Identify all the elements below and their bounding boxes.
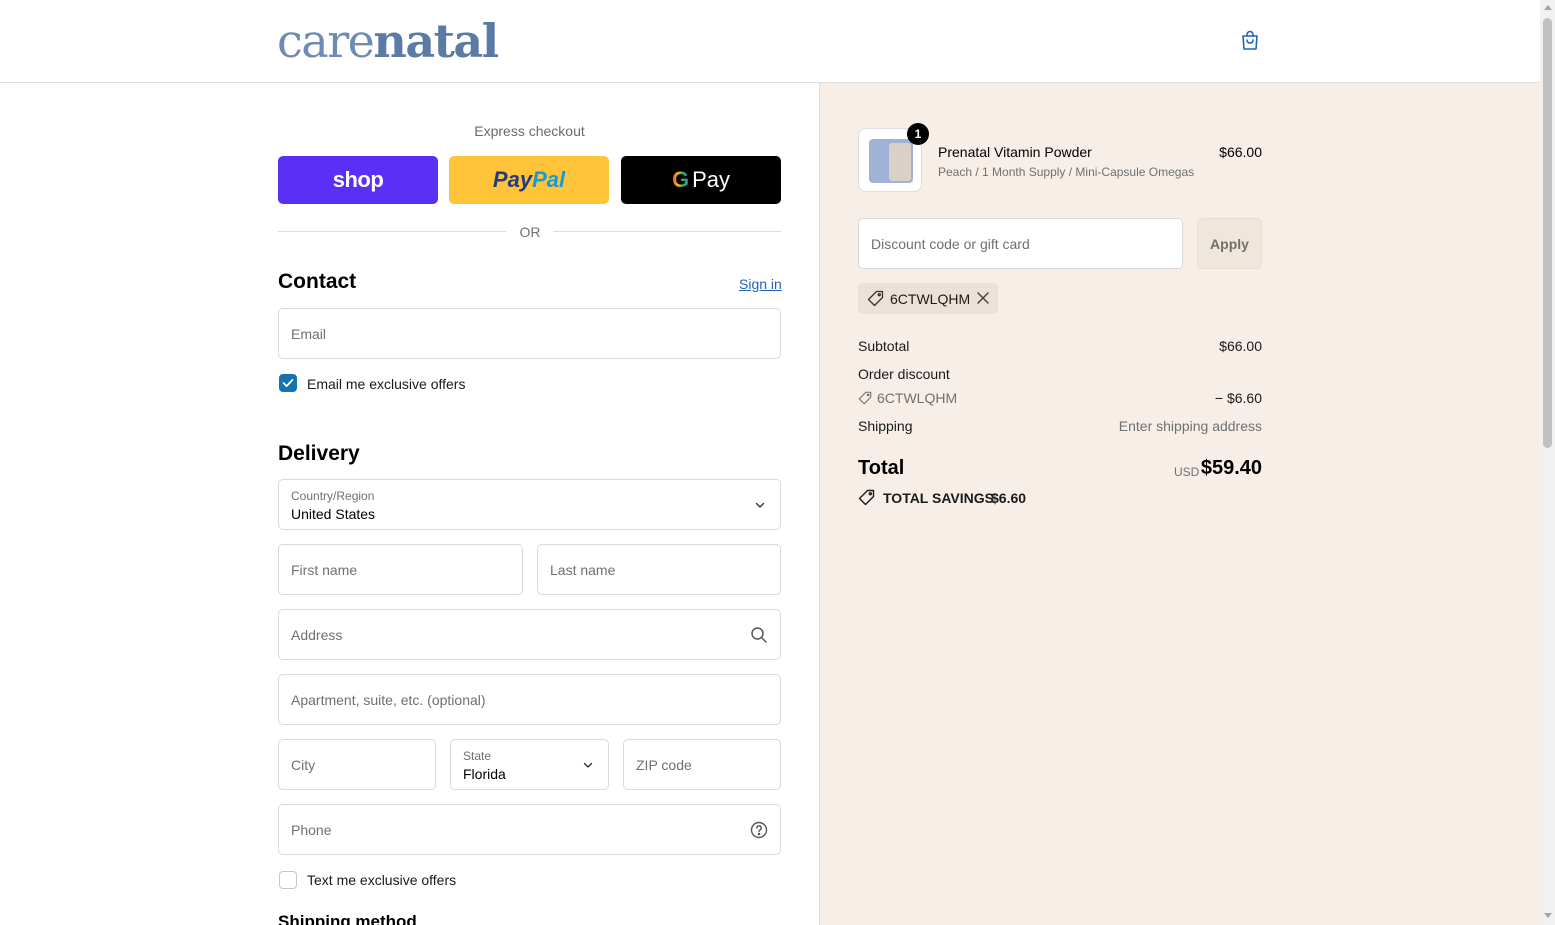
contact-title: Contact [278, 270, 357, 293]
savings-tag-icon [858, 489, 875, 506]
or-divider-right [553, 231, 781, 232]
zip-code-placeholder: ZIP code [636, 757, 692, 773]
express-checkout-label: Express checkout [474, 123, 585, 139]
order-discount-label: Order discount [858, 366, 950, 382]
shipping-value: Enter shipping address [1118, 418, 1262, 434]
last-name-placeholder: Last name [550, 562, 616, 578]
product-packet-image [889, 143, 911, 181]
chevron-down-icon [755, 502, 765, 508]
country-label: Country/Region [291, 489, 375, 503]
scroll-up-arrow-icon[interactable] [1544, 5, 1552, 10]
scroll-down-arrow-icon[interactable] [1544, 913, 1552, 918]
apartment-placeholder: Apartment, suite, etc. (optional) [291, 692, 486, 708]
sms-offers-checkbox[interactable] [279, 871, 297, 889]
apply-discount-button[interactable]: Apply [1197, 218, 1262, 269]
carenatal-logo[interactable]: carenatal [277, 14, 499, 68]
city-field[interactable]: City [278, 739, 436, 790]
state-label: State [463, 749, 492, 763]
or-divider-left [278, 231, 506, 232]
quantity-badge: 1 [907, 123, 929, 145]
state-value: Florida [463, 766, 506, 782]
google-pay-label: Pay [692, 167, 731, 192]
address-field[interactable]: Address [278, 609, 781, 660]
product-variant: Peach / 1 Month Supply / Mini-Capsule Om… [938, 165, 1195, 179]
site-header: carenatal [0, 0, 1540, 83]
city-placeholder: City [291, 757, 316, 773]
applied-code-text: 6CTWLQHM [890, 291, 971, 307]
last-name-field[interactable]: Last name [537, 544, 781, 595]
total-savings-value: $6.60 [991, 490, 1027, 506]
order-discount-code: 6CTWLQHM [877, 390, 958, 406]
shop-pay-button[interactable]: shop [278, 156, 438, 204]
total-currency: USD [1174, 465, 1200, 479]
paypal-label-part2: Pal [532, 167, 566, 192]
logo-text-light: care [277, 14, 375, 68]
discount-code-field[interactable]: Discount code or gift card [858, 218, 1183, 269]
chevron-down-icon [583, 762, 593, 768]
subtotal-label: Subtotal [858, 338, 910, 354]
phone-placeholder: Phone [291, 822, 332, 838]
email-offers-checkbox[interactable] [279, 374, 297, 392]
first-name-placeholder: First name [291, 562, 358, 578]
product-name: Prenatal Vitamin Powder [938, 144, 1092, 160]
logo-text-bold: natal [373, 14, 499, 68]
subtotal-value: $66.00 [1219, 338, 1262, 354]
state-select[interactable]: State Florida [450, 739, 609, 790]
sign-in-link[interactable]: Sign in [739, 276, 782, 292]
email-placeholder: Email [291, 326, 327, 342]
google-pay-button[interactable]: G Pay [621, 156, 781, 204]
total-savings-label: TOTAL SAVINGS [883, 490, 994, 506]
paypal-label-part1: Pay [492, 167, 533, 192]
order-discount-value: − $6.60 [1214, 390, 1262, 406]
applied-discount-chip: 6CTWLQHM [858, 283, 998, 314]
zip-code-field[interactable]: ZIP code [623, 739, 781, 790]
total-value: $59.40 [1200, 457, 1262, 479]
delivery-title: Delivery [278, 442, 360, 465]
total-label: Total [858, 457, 905, 479]
shipping-method-title: Shipping method [278, 912, 417, 925]
country-select[interactable]: Country/Region United States [278, 479, 781, 530]
or-divider-label: OR [519, 224, 541, 240]
checkmark-icon [282, 379, 294, 387]
phone-field[interactable]: Phone [278, 804, 781, 855]
first-name-field[interactable]: First name [278, 544, 523, 595]
email-offers-label: Email me exclusive offers [307, 376, 466, 392]
search-icon[interactable] [750, 626, 768, 644]
tag-icon [858, 391, 872, 405]
country-value: United States [291, 506, 376, 522]
apartment-field[interactable]: Apartment, suite, etc. (optional) [278, 674, 781, 725]
help-circle-icon[interactable] [750, 821, 768, 839]
email-field[interactable]: Email [278, 308, 781, 359]
address-placeholder: Address [291, 627, 343, 643]
discount-placeholder: Discount code or gift card [871, 236, 1030, 252]
google-g-icon: G [671, 167, 690, 192]
shopping-bag-icon[interactable] [1238, 29, 1262, 53]
sms-offers-label: Text me exclusive offers [307, 872, 457, 888]
remove-discount-icon[interactable] [976, 291, 990, 305]
product-price: $66.00 [1219, 144, 1262, 160]
tag-icon [867, 290, 884, 307]
shipping-label: Shipping [858, 418, 913, 434]
shop-pay-label: shop [332, 167, 384, 192]
paypal-button[interactable]: Pay Pal [449, 156, 609, 204]
page-scrollbar[interactable] [1540, 0, 1555, 925]
scrollbar-thumb[interactable] [1543, 18, 1552, 448]
